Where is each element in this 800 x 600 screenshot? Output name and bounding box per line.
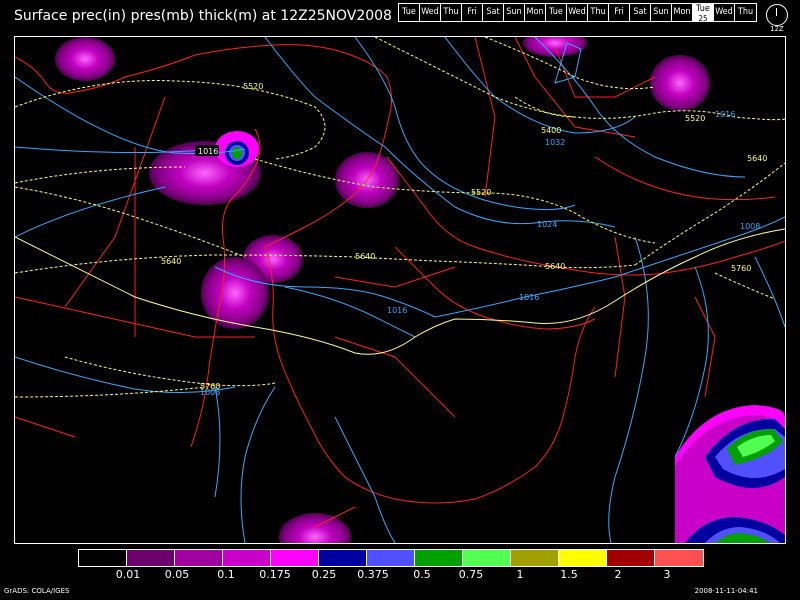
colorbar-label: 3: [663, 568, 671, 581]
precip-blob: [279, 513, 351, 543]
map-svg: 5520 5520 5640 5640 5640 5640 5760 5760 …: [15, 37, 785, 543]
day-cell: Sun: [651, 4, 672, 21]
colorbar-swatch: [79, 550, 127, 566]
day-cell: Tue 25: [693, 4, 714, 23]
isobar-label: 1032: [545, 138, 565, 147]
colorbar-label: 2: [614, 568, 622, 581]
thickness-label: 5520: [243, 82, 263, 91]
day-cell: Mon: [672, 4, 693, 21]
colorbar-swatch: [655, 550, 703, 566]
day-cell: Wed: [420, 4, 441, 21]
coastlines: [15, 37, 785, 528]
colorbar-label: 0.5: [413, 568, 431, 581]
footer-timestamp: 2008-11-11-04:41: [694, 587, 758, 595]
thickness-5760: [15, 228, 785, 355]
colorbar-label: 1.5: [560, 568, 578, 581]
isobar-label: 1008: [200, 388, 220, 397]
isobar-label: 1024: [537, 220, 557, 229]
colorbar-swatch: [607, 550, 655, 566]
day-cell: Tue: [546, 4, 567, 21]
clock-icon: [766, 4, 788, 26]
day-cell: Mon: [525, 4, 546, 21]
day-cell: Wed: [567, 4, 588, 21]
colorbar-label: 0.175: [259, 568, 291, 581]
colorbar-label: 0.01: [115, 568, 141, 581]
colorbar-swatch: [319, 550, 367, 566]
thickness-label: 5520: [685, 114, 705, 123]
thickness-label: 5640: [545, 262, 565, 271]
isobar-label: 1016: [198, 147, 218, 156]
thickness-label: 5640: [355, 252, 375, 261]
thickness-label: 5760: [731, 264, 751, 273]
colorbar-swatch: [463, 550, 511, 566]
colorbar-label: 0.1: [217, 568, 235, 581]
day-cell: Thu: [588, 4, 609, 21]
day-cell: Sat: [630, 4, 651, 21]
precip-blob: [232, 147, 242, 159]
colorbar-swatch: [559, 550, 607, 566]
isobar-label: 1008: [740, 222, 760, 231]
day-cell: Thu: [735, 4, 756, 21]
isobar-label: 1016: [715, 110, 735, 119]
contour-labels: 5520 5520 5640 5640 5640 5640 5760 5760 …: [161, 82, 767, 397]
isobar-label: 1016: [387, 306, 407, 315]
thickness-label: 5640: [747, 154, 767, 163]
precip-colorbar: [78, 549, 704, 567]
day-cell: Thu: [441, 4, 462, 21]
precip-blob: [650, 55, 710, 111]
day-strip: Tue Wed Thu Fri Sat Sun Mon Tue Wed Thu Fri Sat Sun M…: [398, 3, 757, 23]
weather-map: 5520 5520 5640 5640 5640 5640 5760 5760 …: [14, 36, 786, 544]
precip-blob: [55, 37, 115, 81]
clock-label: 12Z: [770, 25, 784, 33]
colorbar-swatch: [223, 550, 271, 566]
isobar-label: 1016: [519, 293, 539, 302]
day-date: 25: [698, 14, 708, 23]
day-cell: Fri: [462, 4, 483, 21]
colorbar-label: 0.05: [164, 568, 190, 581]
colorbar-swatch: [175, 550, 223, 566]
colorbar-label: 0.75: [458, 568, 484, 581]
thickness-label: 5640: [161, 257, 181, 266]
colorbar-label: 0.25: [311, 568, 337, 581]
day-cell: Sun: [504, 4, 525, 21]
footer-credit: GrADS: COLA/IGES: [4, 587, 70, 595]
day-cell: Sat: [483, 4, 504, 21]
day-cell: Wed: [714, 4, 735, 21]
colorbar-label: 0.375: [357, 568, 389, 581]
precip-areas: [55, 37, 785, 543]
isobars: [15, 37, 785, 543]
colorbar-swatch: [367, 550, 415, 566]
day-cell: Fri: [609, 4, 630, 21]
colorbar-swatch: [127, 550, 175, 566]
thickness-label: 5520: [471, 188, 491, 197]
day-cell: Tue: [399, 4, 420, 21]
colorbar-swatch: [415, 550, 463, 566]
thickness-label: 5400: [541, 126, 561, 135]
map-title: Surface prec(in) pres(mb) thick(m) at 12…: [14, 8, 392, 24]
colorbar-swatch: [271, 550, 319, 566]
colorbar-swatch: [511, 550, 559, 566]
colorbar-label: 1: [516, 568, 524, 581]
